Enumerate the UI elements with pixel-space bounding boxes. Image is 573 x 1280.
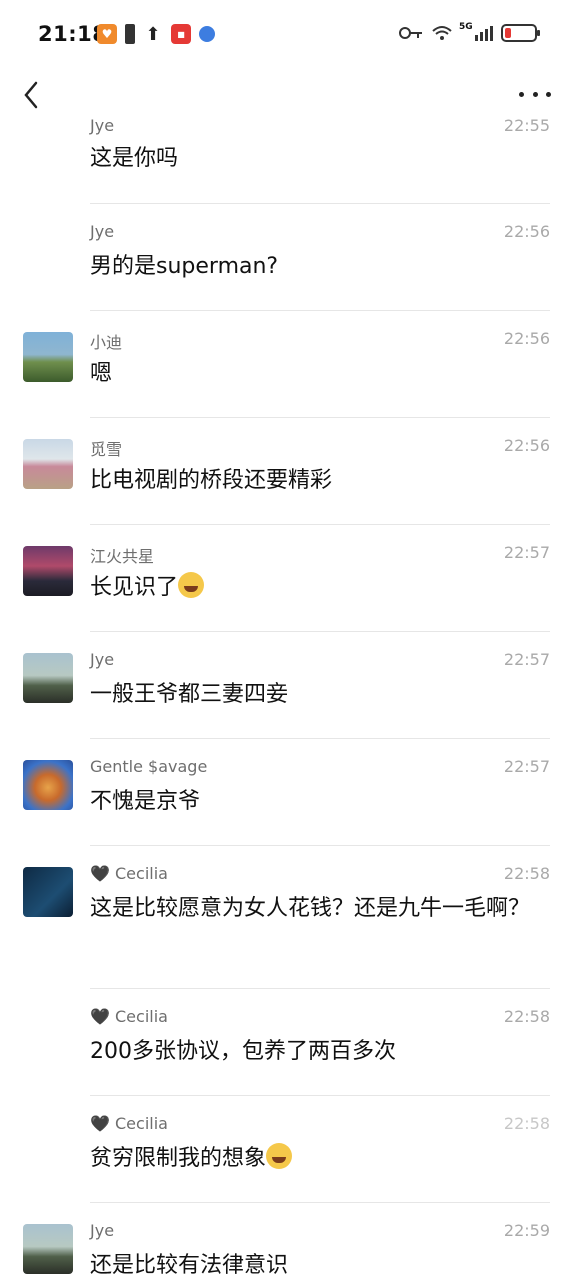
network-label: 5G [459, 21, 473, 32]
list-item[interactable]: 江火共星 22:57 长见识了 [0, 525, 573, 632]
laughing-crying-emoji-icon [178, 572, 205, 598]
avatar[interactable] [23, 332, 73, 382]
comment-time: 22:58 [503, 864, 550, 883]
more-button[interactable] [519, 82, 551, 106]
comment-author: 觅雪 [90, 440, 123, 459]
comment-text: 长见识了 [90, 575, 179, 600]
comment-author: 🖤 Cecilia [90, 864, 168, 883]
comment-author: Jye [90, 116, 115, 135]
list-item[interactable]: 🖤 Cecilia 22:58 贫穷限制我的想象 [0, 1096, 573, 1203]
comment-time: 22:57 [503, 757, 550, 776]
avatar[interactable] [23, 760, 73, 810]
comment-time: 22:57 [503, 650, 550, 669]
avatar[interactable] [23, 439, 73, 489]
avatar[interactable] [23, 653, 73, 703]
more-dot [532, 91, 538, 97]
notification-icons: ♥ ⬆ ■ [97, 23, 215, 45]
comment-text: 比电视剧的桥段还要精彩 [90, 468, 333, 493]
comment-text: 不愧是京爷 [90, 789, 201, 814]
list-item[interactable]: 小迪 22:56 嗯 [0, 311, 573, 418]
comment-time: 22:56 [503, 436, 550, 455]
comment-author: Jye [90, 1221, 115, 1240]
comment-author: 🖤 Cecilia [90, 1114, 168, 1133]
list-item[interactable]: 🖤 Cecilia 22:58 这是比较愿意为女人花钱？还是九牛一毛啊？ [0, 846, 573, 989]
back-button[interactable] [16, 78, 46, 112]
surprised-emoji-icon [266, 1143, 293, 1169]
heart-app-icon: ♥ [97, 24, 117, 44]
app-badge-icon: ■ [171, 24, 191, 44]
comment-text: 200多张协议，包养了两百多次 [90, 1039, 396, 1064]
comment-author: Gentle $avage [90, 757, 208, 776]
list-item[interactable]: 🖤 Cecilia 22:58 200多张协议，包养了两百多次 [0, 989, 573, 1096]
comment-time: 22:57 [503, 543, 550, 562]
chevron-left-icon [24, 81, 38, 109]
comment-text: 这是你吗 [90, 146, 179, 171]
list-item[interactable]: Jye 22:57 一般王爷都三妻四妾 [0, 632, 573, 739]
comment-list[interactable]: Jye 22:55 这是你吗 Jye 22:56 男的是superman? 小迪… [0, 116, 573, 1280]
comment-time: 22:55 [503, 116, 550, 135]
status-bar: 21:18 ♥ ⬆ ■ 5G [0, 0, 573, 66]
comment-text: 嗯 [90, 361, 113, 386]
comment-text: 还是比较有法律意识 [90, 1253, 289, 1278]
list-item[interactable]: Jye 22:59 还是比较有法律意识 [0, 1203, 573, 1280]
comment-author: 小迪 [90, 333, 123, 352]
sim-alert-icon [125, 24, 135, 44]
comment-text: 一般王爷都三妻四妾 [90, 682, 289, 707]
list-item[interactable]: 觅雪 22:56 比电视剧的桥段还要精彩 [0, 418, 573, 525]
signal-icon: 5G [459, 22, 493, 41]
key-icon [399, 27, 422, 39]
comment-time: 22:56 [503, 329, 550, 348]
avatar[interactable] [23, 867, 73, 917]
battery-icon [501, 24, 540, 42]
comment-time: 22:58 [503, 1007, 550, 1026]
avatar[interactable] [23, 546, 73, 596]
list-item[interactable]: Jye 22:56 男的是superman? [0, 204, 573, 311]
more-dot [519, 91, 524, 97]
comment-text: 这是比较愿意为女人花钱？还是九牛一毛啊？ [90, 896, 531, 921]
comment-time: 22:56 [503, 222, 550, 241]
list-item[interactable]: Gentle $avage 22:57 不愧是京爷 [0, 739, 573, 846]
avatar[interactable] [23, 1224, 73, 1274]
comment-time: 22:59 [503, 1221, 550, 1240]
comment-text: 贫穷限制我的想象 [90, 1146, 267, 1171]
comment-author: 江火共星 [90, 547, 155, 566]
browser-icon [199, 26, 215, 42]
more-dot [546, 91, 551, 97]
comment-time: 22:58 [503, 1114, 550, 1133]
system-icons: 5G [399, 22, 540, 42]
wifi-icon [432, 26, 452, 40]
comment-author: Jye [90, 222, 115, 241]
comment-author: Jye [90, 650, 115, 669]
comment-author: 🖤 Cecilia [90, 1007, 168, 1026]
comment-text: 男的是superman? [90, 254, 279, 279]
comment-text-row: 贫穷限制我的想象 [90, 1140, 540, 1178]
list-item[interactable]: Jye 22:55 这是你吗 [0, 110, 573, 204]
comment-text-row: 长见识了 [90, 569, 540, 607]
upload-icon: ⬆ [145, 23, 161, 45]
